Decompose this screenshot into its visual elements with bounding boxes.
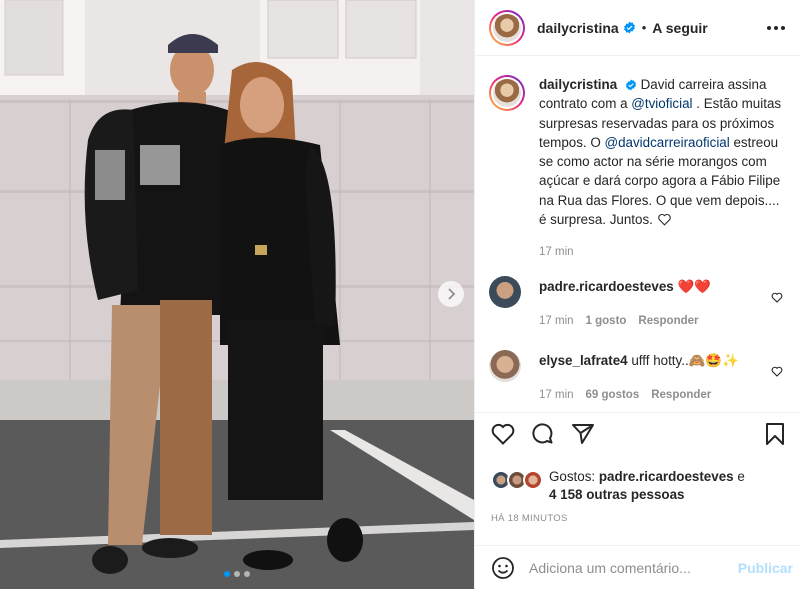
caption: dailycristina David carreira assina cont…	[489, 75, 789, 263]
carousel-dot	[244, 571, 250, 577]
like-comment-heart-icon[interactable]	[771, 291, 783, 306]
likes-others-link[interactable]: 4 158 outras pessoas	[549, 487, 684, 502]
comment-likes-count[interactable]: 69 gostos	[586, 386, 640, 404]
liker-avatar	[523, 470, 543, 490]
likers-avatars[interactable]	[491, 468, 549, 492]
share-paper-plane-icon[interactable]	[571, 423, 595, 445]
carousel-dot	[224, 571, 230, 577]
comment-item: padre.ricardoesteves ❤️❤️ 17 min 1 gosto…	[489, 276, 789, 330]
commenter-avatar[interactable]	[489, 350, 521, 382]
carousel-dots	[0, 571, 474, 577]
white-heart-emoji-icon	[657, 214, 671, 226]
mention-link[interactable]: @davidcarreiraoficial	[605, 135, 730, 150]
verified-badge-icon	[623, 21, 636, 34]
post-timestamp[interactable]: HÁ 18 MINUTOS	[491, 513, 568, 524]
likes-summary: Gostos: padre.ricardoesteves e 4 158 out…	[491, 468, 785, 504]
like-heart-icon[interactable]	[491, 423, 515, 445]
comment-username[interactable]: elyse_lafrate4	[539, 353, 628, 368]
header-separator: •	[641, 20, 647, 35]
comment-likes-count[interactable]: 1 gosto	[586, 312, 627, 330]
following-button[interactable]: A seguir	[652, 20, 708, 36]
likes-prefix: Gostos:	[549, 469, 599, 484]
comment-time: 17 min	[539, 315, 574, 327]
verified-badge-icon	[625, 79, 637, 91]
comment-bubble-icon[interactable]	[531, 422, 555, 446]
more-options-icon[interactable]	[767, 25, 785, 30]
reply-button[interactable]: Responder	[638, 312, 698, 330]
avatar[interactable]	[489, 9, 525, 46]
caption-avatar[interactable]	[489, 75, 525, 111]
comment-item: elyse_lafrate4 ufff hotty..🙈🤩✨ 17 min 69…	[489, 350, 789, 404]
comments-list: dailycristina David carreira assina cont…	[475, 57, 801, 411]
reply-button[interactable]: Responder	[651, 386, 711, 404]
post-side-panel: dailycristina • A seguir dailycristina D	[474, 0, 801, 589]
carousel-dot	[234, 571, 240, 577]
commenter-avatar[interactable]	[489, 276, 521, 308]
post-actions	[475, 412, 801, 454]
chevron-right-icon	[448, 288, 456, 300]
emoji-smiley-icon[interactable]	[491, 556, 515, 580]
comment-text: ufff hotty..🙈🤩✨	[631, 353, 739, 368]
comment-username[interactable]: padre.ricardoesteves	[539, 279, 674, 294]
comment-text: ❤️❤️	[677, 279, 711, 294]
avatar-image	[493, 13, 521, 42]
post-header: dailycristina • A seguir	[475, 0, 801, 56]
like-comment-heart-icon[interactable]	[771, 365, 783, 380]
add-comment-bar: Publicar	[475, 545, 801, 589]
post-photo[interactable]	[0, 0, 474, 589]
next-slide-button[interactable]	[438, 281, 464, 307]
caption-time: 17 min	[539, 246, 574, 259]
mention-link[interactable]: @tvioficial	[631, 96, 692, 111]
save-bookmark-icon[interactable]	[765, 422, 785, 446]
post-image	[0, 0, 474, 589]
header-username[interactable]: dailycristina	[537, 20, 619, 36]
caption-username[interactable]: dailycristina	[539, 77, 617, 92]
likes-mid: e	[733, 469, 745, 484]
comment-time: 17 min	[539, 389, 574, 401]
publish-button[interactable]: Publicar	[738, 560, 793, 576]
liker-username[interactable]: padre.ricardoesteves	[599, 469, 734, 484]
comment-input[interactable]	[529, 559, 738, 576]
